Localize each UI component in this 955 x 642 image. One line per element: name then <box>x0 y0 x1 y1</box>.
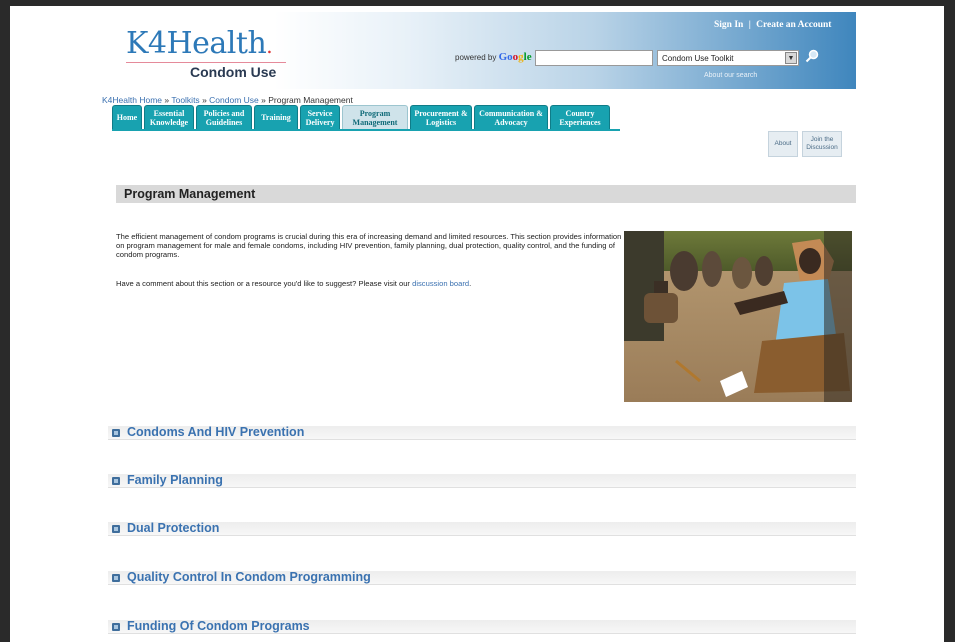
powered-by-google: powered by Google <box>455 51 532 63</box>
section-funding[interactable]: Funding Of Condom Programs <box>108 619 856 634</box>
page: K4Health. Condom Use powered by Google C… <box>10 6 944 642</box>
google-logo: Google <box>498 51 532 63</box>
link-separator: | <box>748 20 751 30</box>
section-label: Funding Of Condom Programs <box>127 619 310 633</box>
tab-communication-advocacy[interactable]: Communication & Advocacy <box>474 105 548 129</box>
create-account-link[interactable]: Create an Account <box>756 20 831 30</box>
section-label: Quality Control In Condom Programming <box>127 570 371 584</box>
breadcrumb-separator: » <box>261 95 266 105</box>
logo-text: K4Health <box>126 26 267 61</box>
discussion-board-link[interactable]: discussion board <box>412 279 469 288</box>
about-search-link[interactable]: About our search <box>704 72 757 79</box>
expand-icon[interactable] <box>112 623 120 631</box>
join-discussion-button[interactable]: Join the Discussion <box>802 131 842 157</box>
tab-home[interactable]: Home <box>112 105 142 129</box>
expand-icon[interactable] <box>112 477 120 485</box>
site-header: K4Health. Condom Use powered by Google C… <box>110 12 856 89</box>
tab-country-experiences[interactable]: Country Experiences <box>550 105 610 129</box>
section-label: Condoms And HIV Prevention <box>127 425 305 439</box>
breadcrumb-current: Program Management <box>268 95 353 105</box>
expand-icon[interactable] <box>112 525 120 533</box>
tab-policies-and-guidelines[interactable]: Policies and Guidelines <box>196 105 252 129</box>
comment-prefix: Have a comment about this section or a r… <box>116 279 410 288</box>
comment-suffix: . <box>469 279 472 288</box>
breadcrumb-condom-use[interactable]: Condom Use <box>209 95 259 105</box>
comment-prompt: Have a comment about this section or a r… <box>116 279 616 288</box>
intro-text: The efficient management of condom progr… <box>116 232 622 259</box>
breadcrumb-separator: » <box>202 95 207 105</box>
search-scope-select[interactable]: Condom Use Toolkit ▼ <box>657 50 799 66</box>
tab-program-management[interactable]: Program Management <box>342 105 408 129</box>
page-title-bar: Program Management <box>116 185 856 203</box>
site-subtitle: Condom Use <box>190 64 277 80</box>
tab-essential-knowledge[interactable]: Essential Knowledge <box>144 105 194 129</box>
tab-procurement-logistics[interactable]: Procurement & Logistics <box>410 105 472 129</box>
section-quality-control[interactable]: Quality Control In Condom Programming <box>108 570 856 585</box>
search-input[interactable] <box>535 50 653 66</box>
k4health-logo[interactable]: K4Health. <box>126 26 273 61</box>
powered-by-text: powered by <box>455 53 497 62</box>
section-label: Dual Protection <box>127 521 220 535</box>
search-icon[interactable] <box>805 49 819 63</box>
chevron-down-icon[interactable]: ▼ <box>785 52 797 64</box>
account-links: Sign In | Create an Account <box>714 20 831 30</box>
nav-underline <box>112 129 620 131</box>
section-family-planning[interactable]: Family Planning <box>108 473 856 488</box>
section-condoms-hiv-prevention[interactable]: Condoms And HIV Prevention <box>108 425 856 440</box>
sign-in-link[interactable]: Sign In <box>714 20 743 30</box>
about-button[interactable]: About <box>768 131 798 157</box>
breadcrumb-separator: » <box>164 95 170 105</box>
breadcrumb-toolkits[interactable]: Toolkits <box>171 95 199 105</box>
breadcrumb-home[interactable]: K4Health Home <box>102 95 162 105</box>
tab-service-delivery[interactable]: Service Delivery <box>300 105 340 129</box>
search-scope-value: Condom Use Toolkit <box>662 54 734 63</box>
community-photo <box>624 231 852 402</box>
logo-divider <box>126 62 286 63</box>
tab-training[interactable]: Training <box>254 105 298 129</box>
expand-icon[interactable] <box>112 429 120 437</box>
breadcrumb: K4Health Home » Toolkits » Condom Use » … <box>102 95 353 105</box>
page-title: Program Management <box>124 187 256 201</box>
section-label: Family Planning <box>127 473 223 487</box>
expand-icon[interactable] <box>112 574 120 582</box>
section-dual-protection[interactable]: Dual Protection <box>108 521 856 536</box>
